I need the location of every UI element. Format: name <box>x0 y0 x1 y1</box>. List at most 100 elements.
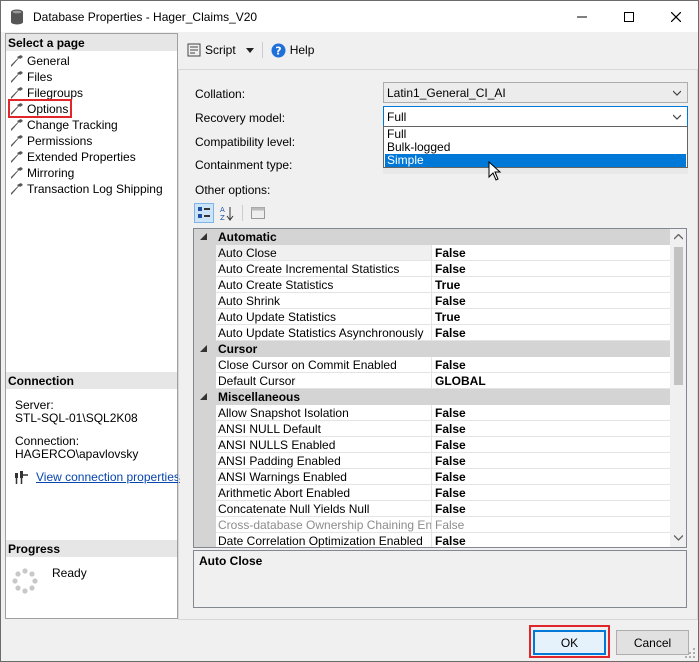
category-automatic[interactable]: Automatic <box>194 229 670 245</box>
property-name[interactable]: Close Cursor on Commit Enabled <box>216 357 432 373</box>
cancel-button[interactable]: Cancel <box>616 630 689 655</box>
collapse-icon[interactable] <box>200 233 208 241</box>
script-label: Script <box>205 43 236 57</box>
alphabetical-button[interactable]: AZ <box>217 203 237 223</box>
scroll-down-icon[interactable] <box>674 535 683 541</box>
grid-vertical-scrollbar[interactable] <box>670 229 686 547</box>
recovery-model-label: Recovery model: <box>195 111 286 125</box>
collapse-icon[interactable] <box>200 393 208 401</box>
property-value[interactable]: False <box>432 293 670 309</box>
property-name[interactable]: Default Cursor <box>216 373 432 389</box>
property-name[interactable]: Allow Snapshot Isolation <box>216 405 432 421</box>
property-row[interactable]: Arithmetic Abort Enabled False <box>194 485 670 501</box>
property-name[interactable]: ANSI NULLS Enabled <box>216 437 432 453</box>
property-value[interactable]: False <box>432 245 670 261</box>
help-button[interactable]: ? Help <box>265 43 321 58</box>
page-item-change-tracking[interactable]: Change Tracking <box>10 117 118 132</box>
property-value[interactable]: False <box>432 325 670 341</box>
property-name[interactable]: Auto Shrink <box>216 293 432 309</box>
close-button[interactable] <box>653 1 699 32</box>
property-value[interactable]: GLOBAL <box>432 373 670 389</box>
property-row[interactable]: Auto Create Statistics True <box>194 277 670 293</box>
property-row[interactable]: ANSI NULLS Enabled False <box>194 437 670 453</box>
property-value[interactable]: False <box>432 261 670 277</box>
category-cursor[interactable]: Cursor <box>194 341 670 357</box>
view-connection-properties-link[interactable]: View connection properties <box>36 470 180 484</box>
categorized-button[interactable] <box>194 203 214 223</box>
property-value[interactable]: True <box>432 277 670 293</box>
property-name[interactable]: Cross-database Ownership Chaining Enable… <box>216 517 432 533</box>
property-value[interactable]: False <box>432 357 670 373</box>
sort-az-icon: AZ <box>220 206 234 221</box>
property-value[interactable]: False <box>432 453 670 469</box>
property-row[interactable]: Close Cursor on Commit Enabled False <box>194 357 670 373</box>
property-row[interactable]: Allow Snapshot Isolation False <box>194 405 670 421</box>
property-name[interactable]: Arithmetic Abort Enabled <box>216 485 432 501</box>
property-row[interactable]: Default Cursor GLOBAL <box>194 373 670 389</box>
property-row[interactable]: Auto Update Statistics True <box>194 309 670 325</box>
dropdown-arrow-icon[interactable] <box>245 47 254 53</box>
property-name[interactable]: Concatenate Null Yields Null <box>216 501 432 517</box>
property-value[interactable]: False <box>432 485 670 501</box>
recovery-option-simple[interactable]: Simple <box>385 154 686 167</box>
page-item-transaction-log-shipping[interactable]: Transaction Log Shipping <box>10 181 163 196</box>
property-row[interactable]: Cross-database Ownership Chaining Enable… <box>194 517 670 533</box>
property-value[interactable]: False <box>432 405 670 421</box>
page-item-label: Options <box>27 101 69 116</box>
property-value[interactable]: False <box>432 501 670 517</box>
property-name[interactable]: ANSI NULL Default <box>216 421 432 437</box>
property-name[interactable]: ANSI Padding Enabled <box>216 453 432 469</box>
scroll-up-icon[interactable] <box>674 234 683 240</box>
page-item-extended-properties[interactable]: Extended Properties <box>10 149 136 164</box>
title-bar: Database Properties - Hager_Claims_V20 <box>1 1 698 32</box>
property-row[interactable]: Auto Close False <box>194 245 670 261</box>
collation-label: Collation: <box>195 87 246 101</box>
property-name[interactable]: Date Correlation Optimization Enabled <box>216 533 432 547</box>
left-pane: Select a page General Files Filegroups O… <box>5 33 180 619</box>
row-gutter <box>194 533 216 547</box>
property-name[interactable]: ANSI Warnings Enabled <box>216 469 432 485</box>
script-button[interactable]: Script <box>181 43 260 57</box>
property-value[interactable]: False <box>432 421 670 437</box>
page-item-filegroups[interactable]: Filegroups <box>10 85 83 100</box>
property-name[interactable]: Auto Update Statistics Asynchronously <box>216 325 432 341</box>
property-value[interactable]: False <box>432 533 670 547</box>
property-row[interactable]: Auto Update Statistics Asynchronously Fal… <box>194 325 670 341</box>
property-row[interactable]: Auto Create Incremental Statistics False <box>194 261 670 277</box>
property-value[interactable]: True <box>432 309 670 325</box>
collapse-icon[interactable] <box>200 345 208 353</box>
page-item-mirroring[interactable]: Mirroring <box>10 165 74 180</box>
scrollbar-thumb[interactable] <box>674 247 683 385</box>
collation-combo[interactable]: Latin1_General_CI_AI <box>383 82 688 103</box>
options-property-grid: Automatic Auto Close False Auto Create Incr… <box>193 228 687 548</box>
minimize-button[interactable] <box>559 1 605 32</box>
property-name[interactable]: Auto Create Statistics <box>216 277 432 293</box>
property-row[interactable]: ANSI Padding Enabled False <box>194 453 670 469</box>
property-pages-icon <box>251 207 265 219</box>
page-item-files[interactable]: Files <box>10 69 52 84</box>
category-miscellaneous[interactable]: Miscellaneous <box>194 389 670 405</box>
property-name[interactable]: Auto Create Incremental Statistics <box>216 261 432 277</box>
property-pages-button[interactable] <box>248 203 268 223</box>
property-name[interactable]: Auto Update Statistics <box>216 309 432 325</box>
property-row[interactable]: Concatenate Null Yields Null False <box>194 501 670 517</box>
page-item-options[interactable]: Options <box>7 99 73 118</box>
property-row[interactable]: ANSI NULL Default False <box>194 421 670 437</box>
recovery-model-combo[interactable]: Full <box>383 106 688 127</box>
property-row[interactable]: Auto Shrink False <box>194 293 670 309</box>
property-value[interactable]: False <box>432 437 670 453</box>
property-row[interactable]: ANSI Warnings Enabled False <box>194 469 670 485</box>
page-item-permissions[interactable]: Permissions <box>10 133 92 148</box>
property-name[interactable]: Auto Close <box>216 245 432 261</box>
maximize-button[interactable] <box>606 1 652 32</box>
property-row[interactable]: Date Correlation Optimization Enabled Fal… <box>194 533 670 547</box>
resize-grip-icon[interactable] <box>684 647 696 659</box>
property-value[interactable]: False <box>432 469 670 485</box>
page-item-general[interactable]: General <box>10 53 70 68</box>
ok-button[interactable]: OK <box>533 630 606 655</box>
property-value[interactable]: False <box>432 517 670 533</box>
page-item-label: Mirroring <box>27 165 75 180</box>
minimize-icon <box>577 16 587 17</box>
recovery-option-bulk-logged[interactable]: Bulk-logged <box>385 141 686 154</box>
compatibility-level-label: Compatibility level: <box>195 135 296 149</box>
